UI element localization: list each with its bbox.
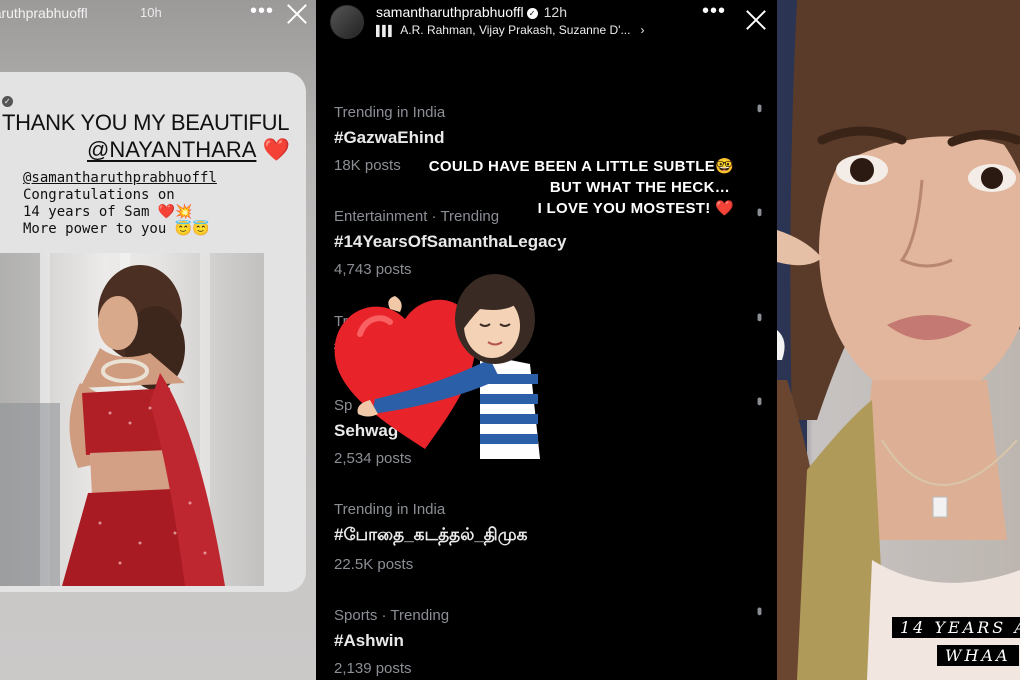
card-message: @samantharuthprabhuoffl Congratulations …	[23, 170, 217, 238]
heart-emoji: ❤️	[715, 200, 734, 217]
card-headline-line1: THANK YOU MY BEAUTIFUL	[2, 110, 290, 135]
verified-badge-icon: ✓	[1, 96, 13, 107]
trend-category: Trending in India	[334, 501, 446, 518]
heart-hug-sticker	[334, 274, 540, 459]
trend-category: Sports · Trending	[334, 607, 450, 624]
heart-emoji: ❤️	[262, 137, 290, 162]
story-username[interactable]: samantharuthprabhuoffl	[376, 4, 524, 20]
trend-more-icon[interactable]: •••	[752, 313, 768, 319]
trend-more-icon[interactable]: •••	[752, 607, 768, 613]
card-mention-samantha[interactable]: @samantharuthprabhuoffl	[23, 170, 217, 187]
overlay-line2: BUT WHAT THE HECK…	[549, 179, 730, 196]
avatar[interactable]	[330, 5, 364, 39]
card-message-line1: Congratulations on	[23, 187, 175, 203]
saree-photo	[0, 253, 264, 586]
story-collage: samantharuthprabhuoffl 10h ••• nayanthar…	[0, 0, 1020, 680]
more-options-icon[interactable]: •••	[702, 0, 726, 23]
chevron-right-icon[interactable]: ›	[640, 23, 644, 37]
story-panel-right: 14 YEARS A WHAA	[777, 0, 1020, 680]
trend-more-icon[interactable]: •••	[752, 104, 768, 110]
close-icon[interactable]	[286, 3, 308, 25]
story-time: 12h	[543, 4, 567, 20]
trend-category: Trending in India	[334, 104, 446, 121]
story-username[interactable]: samantharuthprabhuoffl	[0, 5, 88, 21]
trend-item[interactable]: Sports · Trending #Ashwin 2,139 posts ••…	[334, 607, 768, 677]
more-options-icon[interactable]: •••	[250, 0, 274, 23]
caption-line1: 14 YEARS A	[892, 617, 1020, 638]
card-headline-line2[interactable]: @NAYANTHARA ❤️	[87, 137, 290, 163]
story-text-overlay: COULD HAVE BEEN A LITTLE SUBTLE🤓 BUT WHA…	[429, 156, 734, 219]
overlay-line1: COULD HAVE BEEN A LITTLE SUBTLE🤓	[428, 158, 734, 175]
caption-line2: WHAA	[937, 645, 1019, 666]
trend-post-count: 22.5K posts	[334, 556, 414, 573]
overlay-line3: I LOVE YOU MOSTEST! ❤️	[537, 200, 734, 217]
music-info[interactable]: ▌▌▌ A.R. Rahman, Vijay Prakash, Suzanne D…	[376, 23, 644, 37]
halo-smile-emoji: 😇😇	[174, 221, 210, 237]
trend-item[interactable]: Trending in India #போதை_கடத்தல்_திமுக 22…	[334, 501, 754, 573]
trend-tag[interactable]: #போதை_கடத்தல்_திமுக	[334, 525, 754, 547]
trend-post-count: 2,139 posts	[334, 660, 412, 677]
card-message-line2: 14 years of Sam ❤️💥	[23, 204, 193, 220]
trend-more-icon[interactable]: •••	[752, 208, 768, 214]
nerd-face-emoji: 🤓	[715, 158, 734, 175]
story-time: 10h	[140, 5, 162, 20]
trend-tag[interactable]: #Ashwin	[334, 631, 754, 651]
card-message-line3: More power to you 😇😇	[23, 221, 210, 237]
heart-boom-emoji: ❤️💥	[157, 204, 193, 220]
story-panel-left: samantharuthprabhuoffl 10h ••• nayanthar…	[0, 0, 316, 680]
trend-tag[interactable]: #GazwaEhind	[334, 128, 754, 148]
story-panel-middle: samantharuthprabhuoffl ✓ 12h ▌▌▌ A.R. Rahma…	[316, 0, 777, 680]
verified-badge-icon: ✓	[526, 8, 538, 19]
trend-more-icon[interactable]: •••	[752, 397, 768, 403]
music-bars-icon: ▌▌▌	[376, 26, 395, 37]
music-artists[interactable]: A.R. Rahman, Vijay Prakash, Suzanne D'..…	[400, 23, 630, 37]
story-header[interactable]: samantharuthprabhuoffl ✓ 12h	[376, 4, 567, 20]
close-icon[interactable]	[745, 9, 767, 31]
selfie-photo	[777, 0, 1020, 680]
woman-red-saree-illustration	[0, 253, 225, 586]
card-username[interactable]: nayanthara✓	[0, 92, 13, 108]
trend-tag[interactable]: #14YearsOfSamanthaLegacy	[334, 232, 754, 252]
card-mention-nayanthara[interactable]: @NAYANTHARA	[87, 137, 256, 162]
